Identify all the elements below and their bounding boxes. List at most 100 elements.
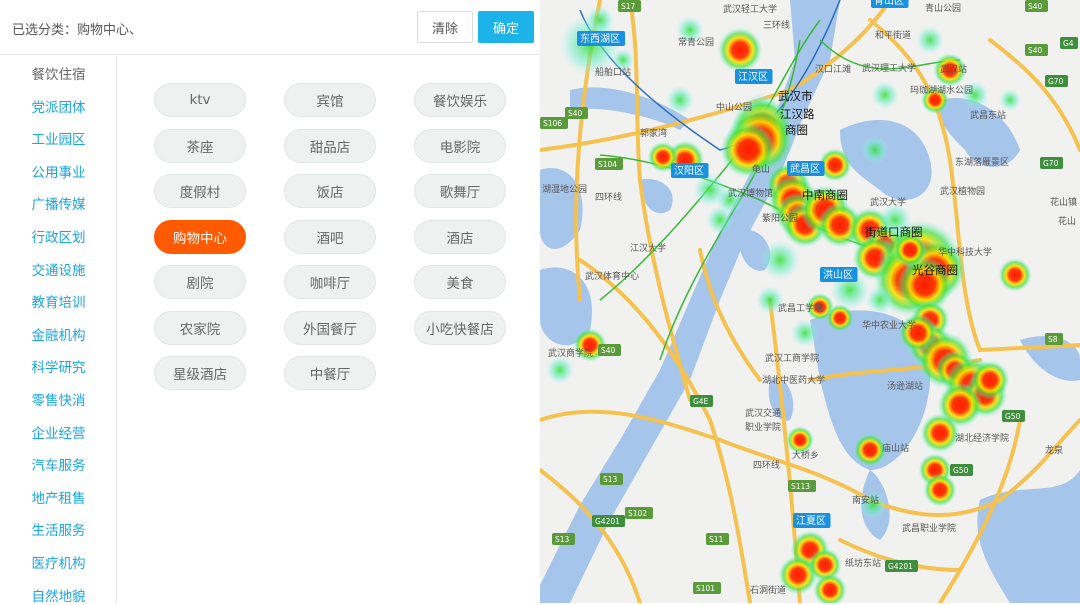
poi-label: 江汉大学 <box>630 242 666 254</box>
poi-label: 武汉轻工大学 <box>723 3 777 15</box>
category-chip[interactable]: 度假村 <box>154 174 246 208</box>
sidebar-item[interactable]: 地产租售 <box>0 487 117 507</box>
poi-label: 玛珈湖湖水公园 <box>910 84 973 96</box>
heat-blob <box>916 26 944 54</box>
sidebar-item[interactable]: 餐饮住宿 <box>0 63 117 83</box>
sidebar-item[interactable]: 广播传媒 <box>0 193 117 213</box>
road-shield-label: S17 <box>621 2 636 11</box>
district-label: 东西湖区 <box>580 32 620 45</box>
heat-blob <box>923 473 957 507</box>
poi-label: 职业学院 <box>745 421 781 433</box>
road-shield-label: S40 <box>1028 2 1043 11</box>
district-label: 汉阳区 <box>674 165 704 177</box>
poi-label: 三环线 <box>763 19 790 31</box>
category-chip[interactable]: 星级酒店 <box>154 356 246 390</box>
category-chip[interactable]: 茶座 <box>154 129 246 163</box>
poi-label: 武昌工学院 <box>778 302 823 314</box>
poi-label: 常青公园 <box>678 36 714 48</box>
heat-blob <box>920 413 959 452</box>
district-label: 江夏区 <box>796 515 826 527</box>
poi-label: 汉口江滩 <box>815 63 851 75</box>
poi-label: 湖北中医药大学 <box>762 374 825 386</box>
poi-label: 和平街道 <box>875 29 911 41</box>
category-chip[interactable]: 酒吧 <box>284 220 376 254</box>
category-chip[interactable]: 美食 <box>414 265 506 299</box>
poi-label: 中山公园 <box>716 101 752 113</box>
category-chip[interactable]: 农家院 <box>154 311 246 345</box>
sidebar-item[interactable]: 金融机构 <box>0 324 117 344</box>
sidebar-item[interactable]: 生活服务 <box>0 519 117 539</box>
heatmap-map[interactable]: 东西湖区江汉区汉阳区武昌区洪山区青山区江夏区武汉市江汉路商圈中南商圈街道口商圈光… <box>540 0 1080 603</box>
heat-blob <box>706 206 734 234</box>
sidebar-item[interactable]: 行政区划 <box>0 226 117 246</box>
heat-blob <box>666 86 694 114</box>
poi-label: 武汉交通 <box>745 407 781 419</box>
category-chip[interactable]: 酒店 <box>414 220 506 254</box>
poi-label: 紫阳公园 <box>762 213 798 224</box>
sidebar-item[interactable]: 自然地貌 <box>0 585 117 605</box>
poi-label: 武汉博物馆 <box>728 187 773 199</box>
category-chip[interactable]: 饭店 <box>284 174 376 208</box>
map-canvas[interactable]: 东西湖区江汉区汉阳区武昌区洪山区青山区江夏区武汉市江汉路商圈中南商圈街道口商圈光… <box>540 0 1080 603</box>
category-chip[interactable]: 购物中心 <box>154 220 246 254</box>
sidebar-item[interactable]: 交通设施 <box>0 259 117 279</box>
sidebar-item[interactable]: 零售快消 <box>0 389 117 409</box>
sidebar-item[interactable]: 教育培训 <box>0 291 117 311</box>
sidebar-item[interactable]: 工业园区 <box>0 128 117 148</box>
road-shield-label: S13 <box>603 475 618 484</box>
clear-button[interactable]: 清除 <box>417 11 473 43</box>
sidebar-item[interactable]: 党派团体 <box>0 96 117 116</box>
category-chip[interactable]: 餐饮娱乐 <box>414 83 506 117</box>
poi-label: 华中农业大学 <box>862 319 916 331</box>
category-chip[interactable]: ktv <box>154 83 246 117</box>
poi-label: 四环线 <box>595 191 622 203</box>
hotspot-label: 商圈 <box>785 123 808 137</box>
district-label: 武昌区 <box>790 162 820 175</box>
road-shield-label: G4 <box>1063 39 1074 48</box>
confirm-button[interactable]: 确定 <box>478 11 534 43</box>
road-shield-label: G50 <box>1005 412 1021 421</box>
road-shield-label: G70 <box>1048 77 1064 86</box>
sidebar-item[interactable]: 医疗机构 <box>0 552 117 572</box>
road-shield-label: S40 <box>1028 46 1043 55</box>
sidebar-item[interactable]: 科学研究 <box>0 356 117 376</box>
category-chip[interactable]: 电影院 <box>414 129 506 163</box>
category-chip[interactable]: 小吃快餐店 <box>414 311 506 345</box>
poi-label: 郭家湾 <box>640 127 667 139</box>
poi-label: 船舶口站 <box>595 66 631 78</box>
heat-blob <box>718 28 763 73</box>
sidebar-item[interactable]: 公用事业 <box>0 161 117 181</box>
road-shield-label: S40 <box>568 109 583 118</box>
district-label: 江汉区 <box>738 71 768 83</box>
poi-label: 武汉商学院 <box>548 347 593 359</box>
heat-blob <box>546 356 574 384</box>
heat-blob <box>586 6 614 34</box>
category-chip[interactable]: 咖啡厅 <box>284 265 376 299</box>
poi-label: 湖北经济学院 <box>955 432 1009 444</box>
poi-label: 武汉植物园 <box>940 185 985 197</box>
poi-label: 武汉工商学院 <box>765 352 819 364</box>
selected-categories-label: 已选分类：购物中心、 <box>12 19 142 38</box>
poi-label: 武昌东站 <box>970 109 1006 121</box>
category-chip[interactable]: 歌舞厅 <box>414 174 506 208</box>
road-shield-label: G4201 <box>888 562 913 571</box>
category-chip[interactable]: 中餐厅 <box>284 356 376 390</box>
poi-label: 花山 <box>1058 215 1076 227</box>
road-shield-label: G4201 <box>595 517 620 526</box>
category-chip[interactable]: 剧院 <box>154 265 246 299</box>
poi-label: 武汉理工大学 <box>862 62 916 74</box>
sidebar-item[interactable]: 汽车服务 <box>0 454 117 474</box>
category-chip[interactable]: 甜品店 <box>284 129 376 163</box>
heat-blob <box>998 258 1032 292</box>
hotspot-label: 光谷商圈 <box>912 263 958 277</box>
poi-label: 大桥乡 <box>792 449 819 461</box>
poi-label: 武昌职业学院 <box>902 522 956 534</box>
sidebar-item[interactable]: 企业经营 <box>0 422 117 442</box>
hotspot-label: 武汉市 <box>778 89 813 103</box>
category-panel: 已选分类：购物中心、 清除 确定 餐饮住宿党派团体工业园区公用事业广播传媒行政区… <box>0 0 540 603</box>
category-chip[interactable]: 外国餐厅 <box>284 311 376 345</box>
road-shield-label: S13 <box>555 535 570 544</box>
category-chip[interactable]: 宾馆 <box>284 83 376 117</box>
poi-label: 武汉大学 <box>870 196 906 208</box>
hotspot-label: 街道口商圈 <box>865 225 923 239</box>
